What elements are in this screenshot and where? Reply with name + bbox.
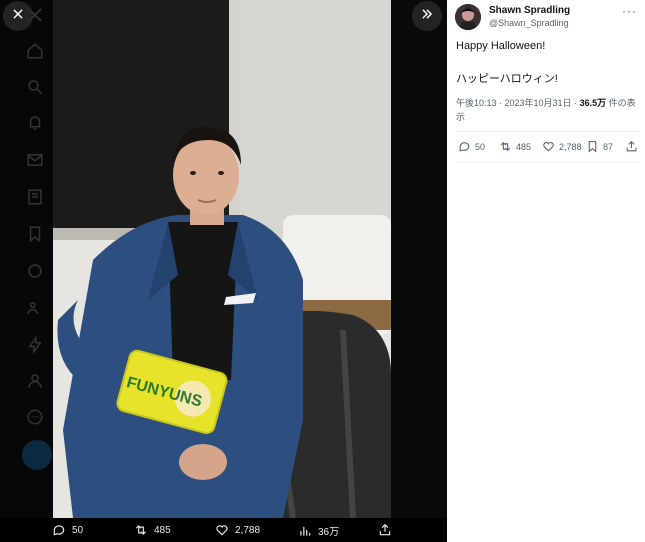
- repost-button[interactable]: 485: [499, 140, 531, 153]
- reply-count: 50: [475, 141, 486, 152]
- tweet-text-line-1: Happy Halloween!: [456, 40, 546, 52]
- tweet-timestamp[interactable]: 午後10:13 · 2023年10月31日 ·: [456, 98, 580, 108]
- divider: [456, 162, 640, 163]
- like-count: 2,788: [235, 524, 261, 536]
- share-icon: [379, 523, 391, 536]
- views-count: 36万: [318, 527, 340, 538]
- tweet-actions: 50 485 2,788 87: [456, 140, 640, 156]
- double-chevron-right-icon: [420, 7, 434, 26]
- reply-icon: [53, 525, 65, 536]
- like-action[interactable]: 2,788: [215, 523, 260, 537]
- home-icon[interactable]: [26, 42, 44, 60]
- views-icon: [300, 526, 311, 536]
- like-count: 2,788: [559, 141, 582, 152]
- reply-icon: [459, 142, 470, 152]
- repost-count: 485: [154, 524, 171, 536]
- close-button[interactable]: [3, 1, 33, 31]
- search-icon[interactable]: [26, 78, 44, 96]
- heart-icon: [543, 142, 554, 152]
- repost-count: 485: [516, 141, 532, 152]
- reply-action[interactable]: 50: [52, 523, 83, 537]
- tweet-text-line-2: ハッピーハロウィン!: [456, 73, 558, 85]
- author-handle[interactable]: @Shawn_Spradling: [489, 18, 569, 28]
- views-action[interactable]: 36万: [298, 523, 339, 538]
- lightning-icon[interactable]: [26, 335, 44, 354]
- bookmark-count: 87: [603, 141, 614, 152]
- share-action[interactable]: [378, 523, 392, 537]
- share-icon: [626, 140, 637, 152]
- reply-button[interactable]: 50: [458, 140, 485, 153]
- repost-icon: [500, 141, 511, 152]
- profile-icon[interactable]: [26, 372, 44, 390]
- close-icon: [11, 7, 25, 26]
- divider: [456, 131, 640, 132]
- avatar[interactable]: [455, 4, 481, 30]
- left-nav: [0, 0, 56, 542]
- more-circle-icon[interactable]: [26, 408, 44, 426]
- photo-illustration: FUNYUNS: [53, 0, 391, 518]
- reply-count: 50: [72, 524, 84, 536]
- repost-action[interactable]: 485: [134, 523, 171, 537]
- media-action-bar: 50 485 2,788 36万: [0, 518, 447, 542]
- messages-icon[interactable]: [26, 151, 44, 169]
- more-button[interactable]: ···: [622, 4, 637, 18]
- author-name[interactable]: Shawn Spradling: [489, 5, 570, 16]
- people-icon[interactable]: [26, 299, 44, 317]
- tweet-photo[interactable]: FUNYUNS: [53, 0, 391, 518]
- repost-icon: [135, 525, 147, 535]
- heart-icon: [216, 525, 228, 536]
- bookmark-icon: [588, 141, 597, 153]
- communities-icon[interactable]: [26, 262, 44, 280]
- tweet-meta: 午後10:13 · 2023年10月31日 · 36.5万 件の表示: [456, 96, 640, 124]
- share-button[interactable]: [625, 140, 638, 153]
- bookmarks-icon[interactable]: [26, 225, 44, 243]
- like-button[interactable]: 2,788: [542, 140, 582, 153]
- tweet-view-count: 36.5万: [579, 98, 607, 108]
- more-icon: ···: [622, 4, 637, 18]
- post-button[interactable]: [22, 440, 52, 470]
- lists-icon[interactable]: [26, 188, 44, 206]
- notifications-icon[interactable]: [26, 114, 44, 132]
- bookmark-button[interactable]: 87: [586, 140, 613, 153]
- collapse-panel-button[interactable]: [412, 1, 442, 31]
- tweet-panel: Shawn Spradling @Shawn_Spradling ··· Hap…: [447, 0, 645, 542]
